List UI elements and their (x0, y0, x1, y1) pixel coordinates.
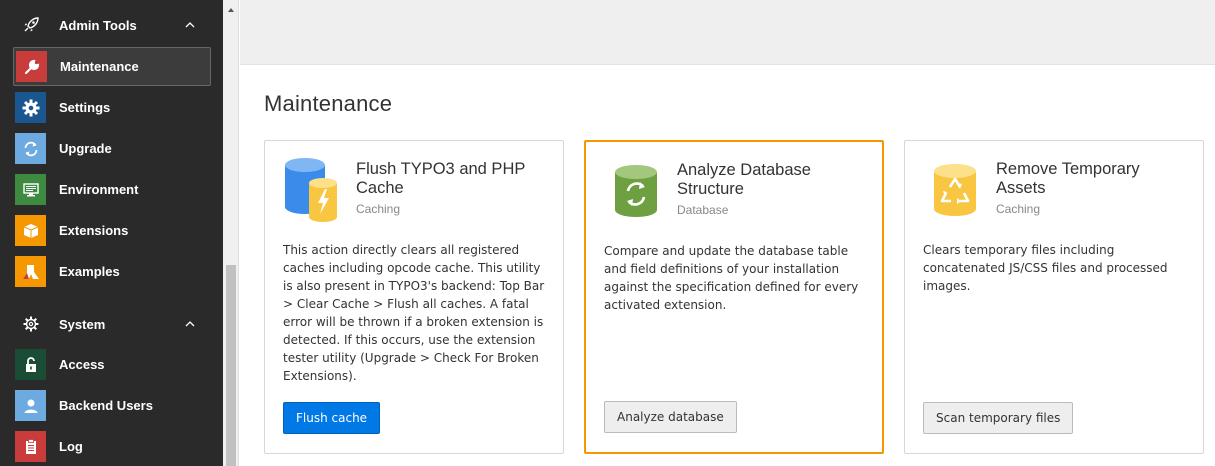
recycle-icon (933, 163, 993, 229)
chevron-up-icon[interactable] (183, 18, 197, 32)
card-title: Remove Temporary Assets (996, 160, 1140, 197)
environment-icon (15, 174, 46, 205)
sidebar-scrollbar[interactable] (223, 0, 239, 466)
cache-flush-icon (285, 157, 345, 223)
sidebar-item-label: Maintenance (60, 59, 139, 74)
gear-icon (15, 92, 46, 123)
sidebar-item-label: Environment (59, 182, 139, 197)
sidebar-group-system[interactable]: System (13, 309, 211, 339)
sidebar-item-label: Log (59, 439, 83, 454)
card-subtitle: Caching (996, 202, 1041, 216)
card-description: Clears temporary files including concate… (923, 243, 1168, 293)
rocket-icon (15, 10, 46, 41)
sidebar-item-maintenance[interactable]: Maintenance (13, 47, 211, 86)
sidebar-item-label: Settings (59, 100, 111, 115)
card-description: This action directly clears all register… (283, 243, 545, 383)
page-title: Maintenance (264, 91, 393, 116)
scroll-up-arrow-icon[interactable] (226, 2, 236, 12)
unlock-icon (15, 349, 46, 380)
sidebar-item-settings[interactable]: Settings (13, 88, 211, 127)
sidebar-item-examples[interactable]: Examples (13, 252, 211, 291)
module-docheader (240, 0, 1215, 65)
sidebar-item-upgrade[interactable]: Upgrade (13, 129, 211, 168)
scan-temporary-files-button[interactable]: Scan temporary files (923, 402, 1074, 434)
main-content: Maintenance Flush TYPO3 and PHP Cache Ca… (240, 66, 1215, 466)
sidebar-item-label: Examples (59, 264, 120, 279)
card-analyze-database: Analyze Database Structure Database Comp… (584, 140, 884, 454)
sidebar-item-access[interactable]: Access (13, 345, 211, 384)
sidebar-item-label: Access (59, 357, 105, 372)
sidebar-item-environment[interactable]: Environment (13, 170, 211, 209)
sidebar-item-backend-users[interactable]: Backend Users (13, 386, 211, 425)
analyze-database-button[interactable]: Analyze database (604, 401, 737, 433)
sidebar-item-label: Extensions (59, 223, 129, 238)
scrollbar-thumb[interactable] (226, 265, 236, 466)
card-title: Flush TYPO3 and PHP Cache (356, 160, 526, 197)
refresh-icon (15, 133, 46, 164)
card-description: Compare and update the database table an… (604, 244, 859, 312)
sidebar: Admin Tools Maintenance Settings Upgrade… (0, 0, 223, 466)
wrench-icon (16, 51, 47, 82)
card-subtitle: Database (677, 203, 729, 217)
sidebar-group-admin-tools[interactable]: Admin Tools (13, 10, 211, 40)
database-refresh-icon (614, 164, 674, 230)
gear-outline-icon (15, 309, 46, 340)
card-flush-cache: Flush TYPO3 and PHP Cache Caching This a… (264, 140, 564, 454)
card-subtitle: Caching (356, 202, 401, 216)
sidebar-group-label: System (59, 316, 106, 332)
clipboard-icon (15, 431, 46, 462)
card-remove-temporary-assets: Remove Temporary Assets Caching Clears t… (904, 140, 1204, 454)
sidebar-item-extensions[interactable]: Extensions (13, 211, 211, 250)
chevron-up-icon[interactable] (183, 317, 197, 331)
box-icon (15, 215, 46, 246)
sidebar-item-label: Backend Users (59, 398, 153, 413)
user-icon (15, 390, 46, 421)
flush-cache-button[interactable]: Flush cache (283, 402, 381, 434)
flask-icon (15, 256, 46, 287)
sidebar-item-log[interactable]: Log (13, 427, 211, 466)
sidebar-item-label: Upgrade (59, 141, 112, 156)
sidebar-group-label: Admin Tools (59, 17, 137, 33)
card-title: Analyze Database Structure (677, 161, 811, 198)
